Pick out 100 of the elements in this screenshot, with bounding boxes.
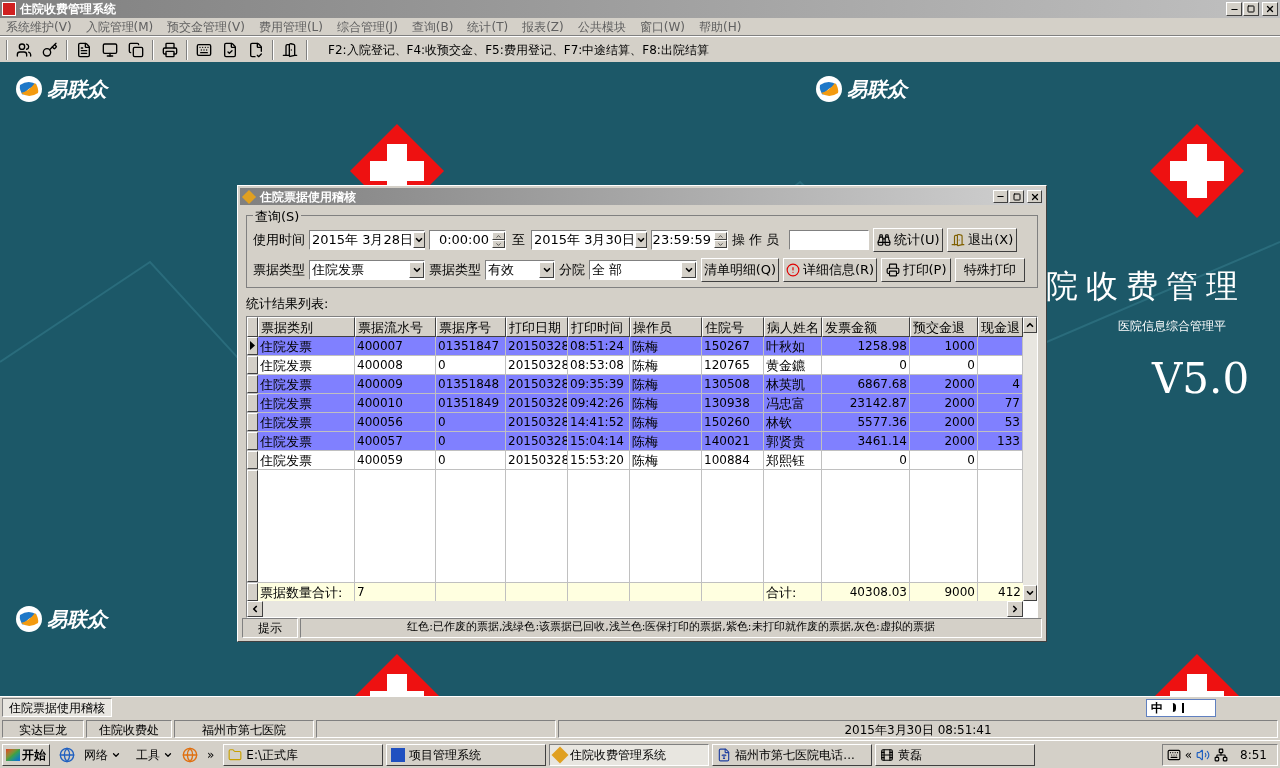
ime-mode[interactable]: 中 [1151, 698, 1163, 717]
table-cell: 150260 [702, 412, 764, 431]
column-header[interactable]: 预交金退 [910, 316, 978, 337]
query-button[interactable]: 统计(U) [873, 228, 944, 252]
column-header[interactable]: 票据流水号 [355, 316, 436, 337]
operator-input[interactable] [789, 230, 870, 250]
table-cell: 23142.87 [822, 393, 910, 412]
minimize-button[interactable] [1226, 2, 1242, 16]
row-indicator[interactable] [247, 336, 258, 355]
start-button[interactable]: 开始 [2, 743, 50, 766]
spin-up-button[interactable] [492, 232, 505, 240]
table-cell: 郭贤贵 [764, 431, 822, 450]
vertical-scrollbar[interactable] [1023, 316, 1037, 601]
column-header[interactable]: 票据序号 [436, 316, 506, 337]
browser-icon[interactable] [59, 746, 75, 763]
column-header[interactable]: 现金退 [978, 316, 1023, 337]
scroll-left-button[interactable] [247, 601, 263, 617]
window-tab[interactable]: 住院票据使用稽核 [2, 698, 112, 717]
caret-icon [683, 265, 694, 275]
caret-icon [414, 235, 425, 245]
table-cell: 0 [436, 431, 506, 450]
logo-icon [15, 75, 43, 103]
menu-item[interactable]: 窗口(W) [639, 17, 685, 36]
caret-icon [636, 235, 647, 245]
row-indicator[interactable] [247, 355, 258, 374]
column-header[interactable]: 病人姓名 [764, 316, 822, 337]
column-header[interactable]: 住院号 [702, 316, 764, 337]
taskbar-button[interactable]: 黄磊 [875, 743, 1036, 766]
taskbar-button[interactable]: 住院收费管理系统 [549, 743, 710, 766]
table-cell: 住院发票 [258, 336, 355, 355]
taskbar-button[interactable]: 福州市第七医院电话... [712, 743, 873, 766]
table-cell: 400059 [355, 450, 436, 469]
table-cell: 0 [910, 355, 978, 374]
menu-item[interactable]: 预交金管理(V) [167, 17, 245, 36]
dropdown-button[interactable] [681, 262, 696, 278]
query-button[interactable]: 特殊打印 [955, 258, 1025, 282]
row-indicator[interactable] [247, 431, 258, 450]
menu-item[interactable]: 查询(B) [411, 17, 454, 36]
dropdown-button[interactable] [635, 232, 648, 248]
column-header[interactable]: 发票金额 [822, 316, 910, 337]
date-picker[interactable]: 2015年 3月28日 [309, 230, 425, 250]
row-indicator[interactable] [247, 393, 258, 412]
menu-item[interactable]: 费用管理(L) [258, 17, 323, 36]
taskbar-button[interactable]: 项目管理系统 [386, 743, 547, 766]
table-cell: 陈梅 [630, 431, 702, 450]
dropdown-button[interactable] [409, 262, 424, 278]
column-header[interactable]: 操作员 [630, 316, 702, 337]
menu-item[interactable]: 统计(T) [467, 17, 509, 36]
dropdown-button[interactable] [539, 262, 554, 278]
row-indicator[interactable] [247, 450, 258, 469]
query-button[interactable]: 退出(X) [947, 228, 1018, 252]
spin-down-button[interactable] [492, 240, 505, 248]
toolbar-menu[interactable]: 工具 [130, 745, 179, 764]
query-button[interactable]: 清单明细(Q) [701, 258, 779, 282]
column-header[interactable]: 票据类别 [258, 316, 355, 337]
menu-item[interactable]: 系统维护(V) [6, 17, 72, 36]
time-spinner[interactable]: 23:59:59 [651, 230, 728, 250]
more-chevron[interactable]: » [201, 745, 221, 764]
close-button[interactable] [1027, 190, 1042, 203]
column-header[interactable]: 打印日期 [506, 316, 568, 337]
table-cell: 陈梅 [630, 355, 702, 374]
row-indicator[interactable] [247, 412, 258, 431]
spin-up-button[interactable] [714, 232, 727, 240]
toolbar-menu[interactable]: 网络 [78, 745, 127, 764]
date-picker[interactable]: 2015年 3月30日 [531, 230, 647, 250]
maximize-button[interactable] [1009, 190, 1024, 203]
spin-down-button[interactable] [714, 240, 727, 248]
maximize-button[interactable] [1243, 2, 1259, 16]
row-indicator[interactable] [247, 374, 258, 393]
table-cell: 100884 [702, 450, 764, 469]
menu-item[interactable]: 入院管理(M) [85, 17, 154, 36]
scroll-up-button[interactable] [1023, 316, 1037, 333]
network-icon[interactable] [1214, 747, 1229, 762]
query-button[interactable]: 详细信息(R) [783, 258, 877, 282]
time-spinner[interactable]: 0:00:00 [429, 230, 506, 250]
dropdown-button[interactable] [413, 232, 426, 248]
menu-item[interactable]: 帮助(H) [699, 17, 742, 36]
menu-item[interactable]: 综合管理(J) [336, 17, 398, 36]
menu-item[interactable]: 报表(Z) [522, 17, 564, 36]
menu-item[interactable]: 公共模块 [577, 17, 626, 36]
windows-logo-icon [6, 748, 20, 761]
bill-type-dropdown[interactable]: 住院发票 [309, 260, 425, 280]
scroll-right-button[interactable] [1007, 601, 1023, 617]
document-icon [717, 747, 732, 762]
horizontal-scrollbar[interactable] [247, 601, 1023, 617]
bill-status-dropdown[interactable]: 有效 [485, 260, 555, 280]
table-cell: 黄金鑣 [764, 355, 822, 374]
query-button[interactable]: 打印(P) [881, 258, 951, 282]
speaker-icon[interactable] [1196, 747, 1211, 762]
table-cell: 住院发票 [258, 355, 355, 374]
tray-chevron[interactable]: « [1184, 745, 1193, 764]
column-header[interactable]: 打印时间 [568, 316, 630, 337]
table-cell: 400007 [355, 336, 436, 355]
scroll-down-button[interactable] [1023, 585, 1037, 601]
branch-dropdown[interactable]: 全 部 [589, 260, 697, 280]
color-legend: 红色:已作废的票据,浅绿色:该票据已回收,浅兰色:医保打印的票据,紫色:未打印就作废的票据,灰色:虚拟的票据 [300, 618, 1042, 638]
close-button[interactable] [1262, 2, 1278, 16]
taskbar-button[interactable]: E:\正式库 [223, 743, 384, 766]
keyboard-icon[interactable] [1166, 747, 1181, 762]
minimize-button[interactable] [993, 190, 1008, 203]
